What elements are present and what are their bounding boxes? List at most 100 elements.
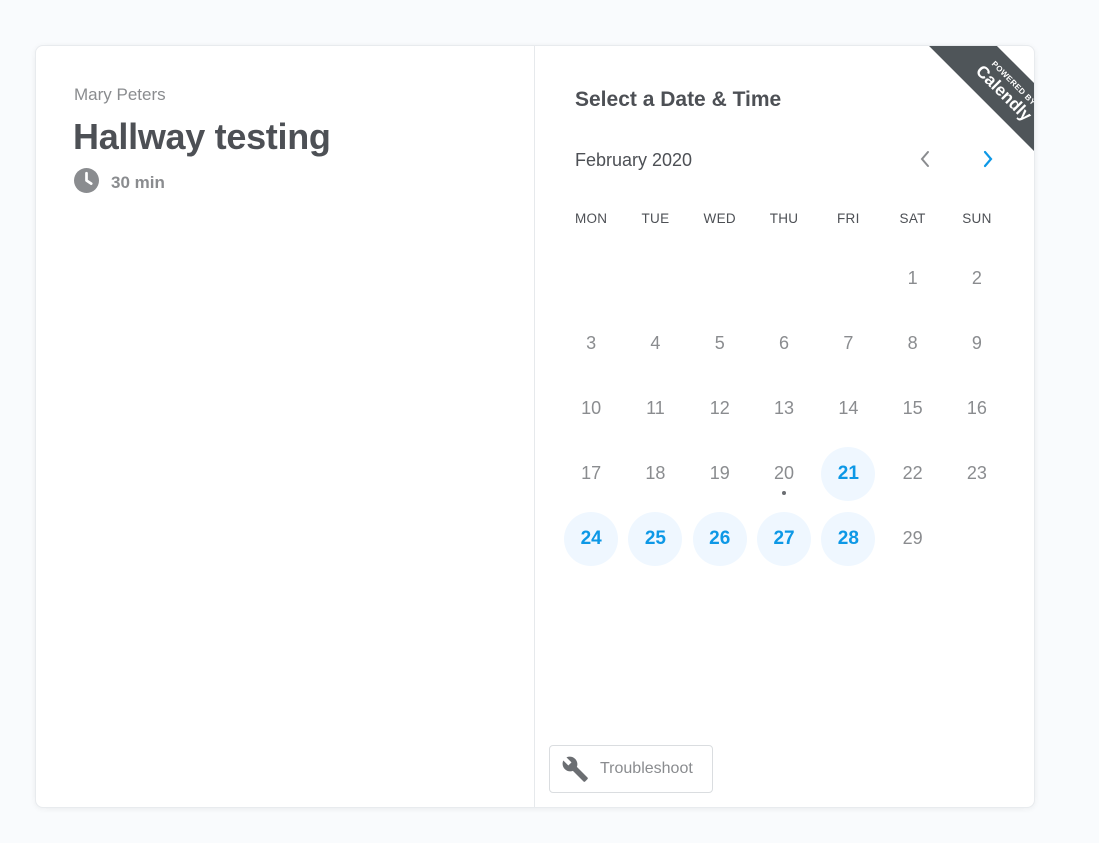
calendar-cell: 2	[945, 246, 1009, 311]
calendar-cell: 3	[559, 311, 623, 376]
available-date-button[interactable]: 27	[757, 511, 812, 566]
calendar-cell: 29	[880, 506, 944, 571]
calendar-cell: 13	[752, 376, 816, 441]
unavailable-date: 23	[950, 447, 1004, 501]
unavailable-date: 7	[821, 317, 875, 371]
empty-cell	[623, 246, 687, 311]
calendar-cell: 20	[752, 441, 816, 506]
calendar-cell: 7	[816, 311, 880, 376]
available-date-button[interactable]: 25	[628, 511, 683, 566]
booking-card: Mary Peters Hallway testing 30 min Selec…	[35, 45, 1035, 808]
calendar-cell: 22	[880, 441, 944, 506]
calendar-cell: 23	[945, 441, 1009, 506]
calendar-cell: 17	[559, 441, 623, 506]
weekday-fri: FRI	[837, 211, 860, 226]
date-number: 6	[779, 333, 790, 353]
calendar-cell: 27	[752, 506, 816, 571]
calendar-grid: 1 2 3 4 5 6 7 8 9 10 11 12 13 14 15 16 17 18 19 20 21 22 23 24 2…	[559, 246, 1009, 571]
empty-cell	[559, 246, 623, 311]
calendar-cell: 18	[623, 441, 687, 506]
powered-by-badge[interactable]: POWERED BY Calendly	[910, 46, 1034, 170]
weekday-sun: SUN	[962, 211, 992, 226]
unavailable-date: 4	[628, 317, 682, 371]
unavailable-date: 2	[950, 252, 1004, 306]
date-number: 7	[843, 333, 854, 353]
today-indicator	[782, 490, 787, 495]
calendar-cell: 28	[816, 506, 880, 571]
date-number: 14	[838, 398, 859, 418]
available-date-button[interactable]: 28	[821, 511, 876, 566]
date-number: 28	[837, 527, 859, 549]
event-duration: 30 min	[74, 168, 165, 193]
unavailable-date: 18	[628, 447, 682, 501]
picker-heading: Select a Date & Time	[575, 88, 782, 111]
calendar-cell: 12	[688, 376, 752, 441]
wrench-icon	[562, 756, 588, 782]
weekday-tue: TUE	[641, 211, 670, 226]
unavailable-date: 29	[886, 512, 940, 566]
date-number: 3	[586, 333, 597, 353]
date-number: 2	[971, 268, 982, 288]
date-number: 9	[971, 333, 982, 353]
troubleshoot-button[interactable]: Troubleshoot	[549, 745, 713, 793]
empty-cell	[688, 246, 752, 311]
owner-name: Mary Peters	[74, 85, 166, 104]
date-number: 22	[902, 463, 923, 483]
clock-icon	[74, 168, 99, 193]
unavailable-date: 6	[757, 317, 811, 371]
calendar-cell: 16	[945, 376, 1009, 441]
calendar-cell: 19	[688, 441, 752, 506]
event-title: Hallway testing	[73, 116, 331, 157]
unavailable-date: 15	[886, 382, 940, 436]
date-number: 27	[773, 527, 795, 549]
unavailable-date: 8	[886, 317, 940, 371]
unavailable-date: 9	[950, 317, 1004, 371]
unavailable-date: 22	[886, 447, 940, 501]
weekday-sat: SAT	[899, 211, 926, 226]
powered-by-ribbon[interactable]: POWERED BY Calendly	[922, 46, 1034, 170]
unavailable-date: 13	[757, 382, 811, 436]
calendar-cell: 10	[559, 376, 623, 441]
date-number: 10	[581, 398, 602, 418]
calendar-cell: 6	[752, 311, 816, 376]
calendar-cell: 5	[688, 311, 752, 376]
date-number: 25	[644, 527, 666, 549]
date-number: 26	[709, 527, 731, 549]
available-date-button[interactable]: 26	[692, 511, 747, 566]
unavailable-date: 5	[693, 317, 747, 371]
calendar-cell: 11	[623, 376, 687, 441]
event-details-panel: Mary Peters Hallway testing 30 min	[36, 46, 535, 807]
weekday-wed: WED	[703, 211, 736, 226]
calendar-cell: 24	[559, 506, 623, 571]
date-number: 16	[966, 398, 987, 418]
unavailable-date: 14	[821, 382, 875, 436]
available-date-button[interactable]: 24	[564, 511, 619, 566]
available-date-button[interactable]: 21	[821, 446, 876, 501]
calendar-cell: 14	[816, 376, 880, 441]
unavailable-date: 12	[693, 382, 747, 436]
date-number: 20	[774, 463, 795, 483]
calendar-cell: 9	[945, 311, 1009, 376]
weekday-thu: THU	[769, 211, 799, 226]
unavailable-date: 19	[693, 447, 747, 501]
date-number: 15	[902, 398, 923, 418]
date-number: 4	[650, 333, 661, 353]
unavailable-date: 16	[950, 382, 1004, 436]
date-number: 1	[907, 268, 918, 288]
weekday-header: MON TUE WED THU FRI SAT SUN	[559, 211, 1009, 226]
date-number: 19	[709, 463, 730, 483]
empty-cell	[752, 246, 816, 311]
date-number: 5	[714, 333, 725, 353]
unavailable-date: 20	[757, 447, 811, 501]
date-number: 29	[902, 528, 923, 548]
unavailable-date: 1	[886, 252, 940, 306]
calendar-cell: 4	[623, 311, 687, 376]
calendar-cell: 15	[880, 376, 944, 441]
month-label: February 2020	[575, 150, 693, 170]
calendar-cell: 1	[880, 246, 944, 311]
date-number: 12	[709, 398, 730, 418]
weekday-mon: MON	[574, 211, 608, 226]
calendar-cell: 21	[816, 441, 880, 506]
date-number: 13	[774, 398, 795, 418]
empty-cell	[816, 246, 880, 311]
